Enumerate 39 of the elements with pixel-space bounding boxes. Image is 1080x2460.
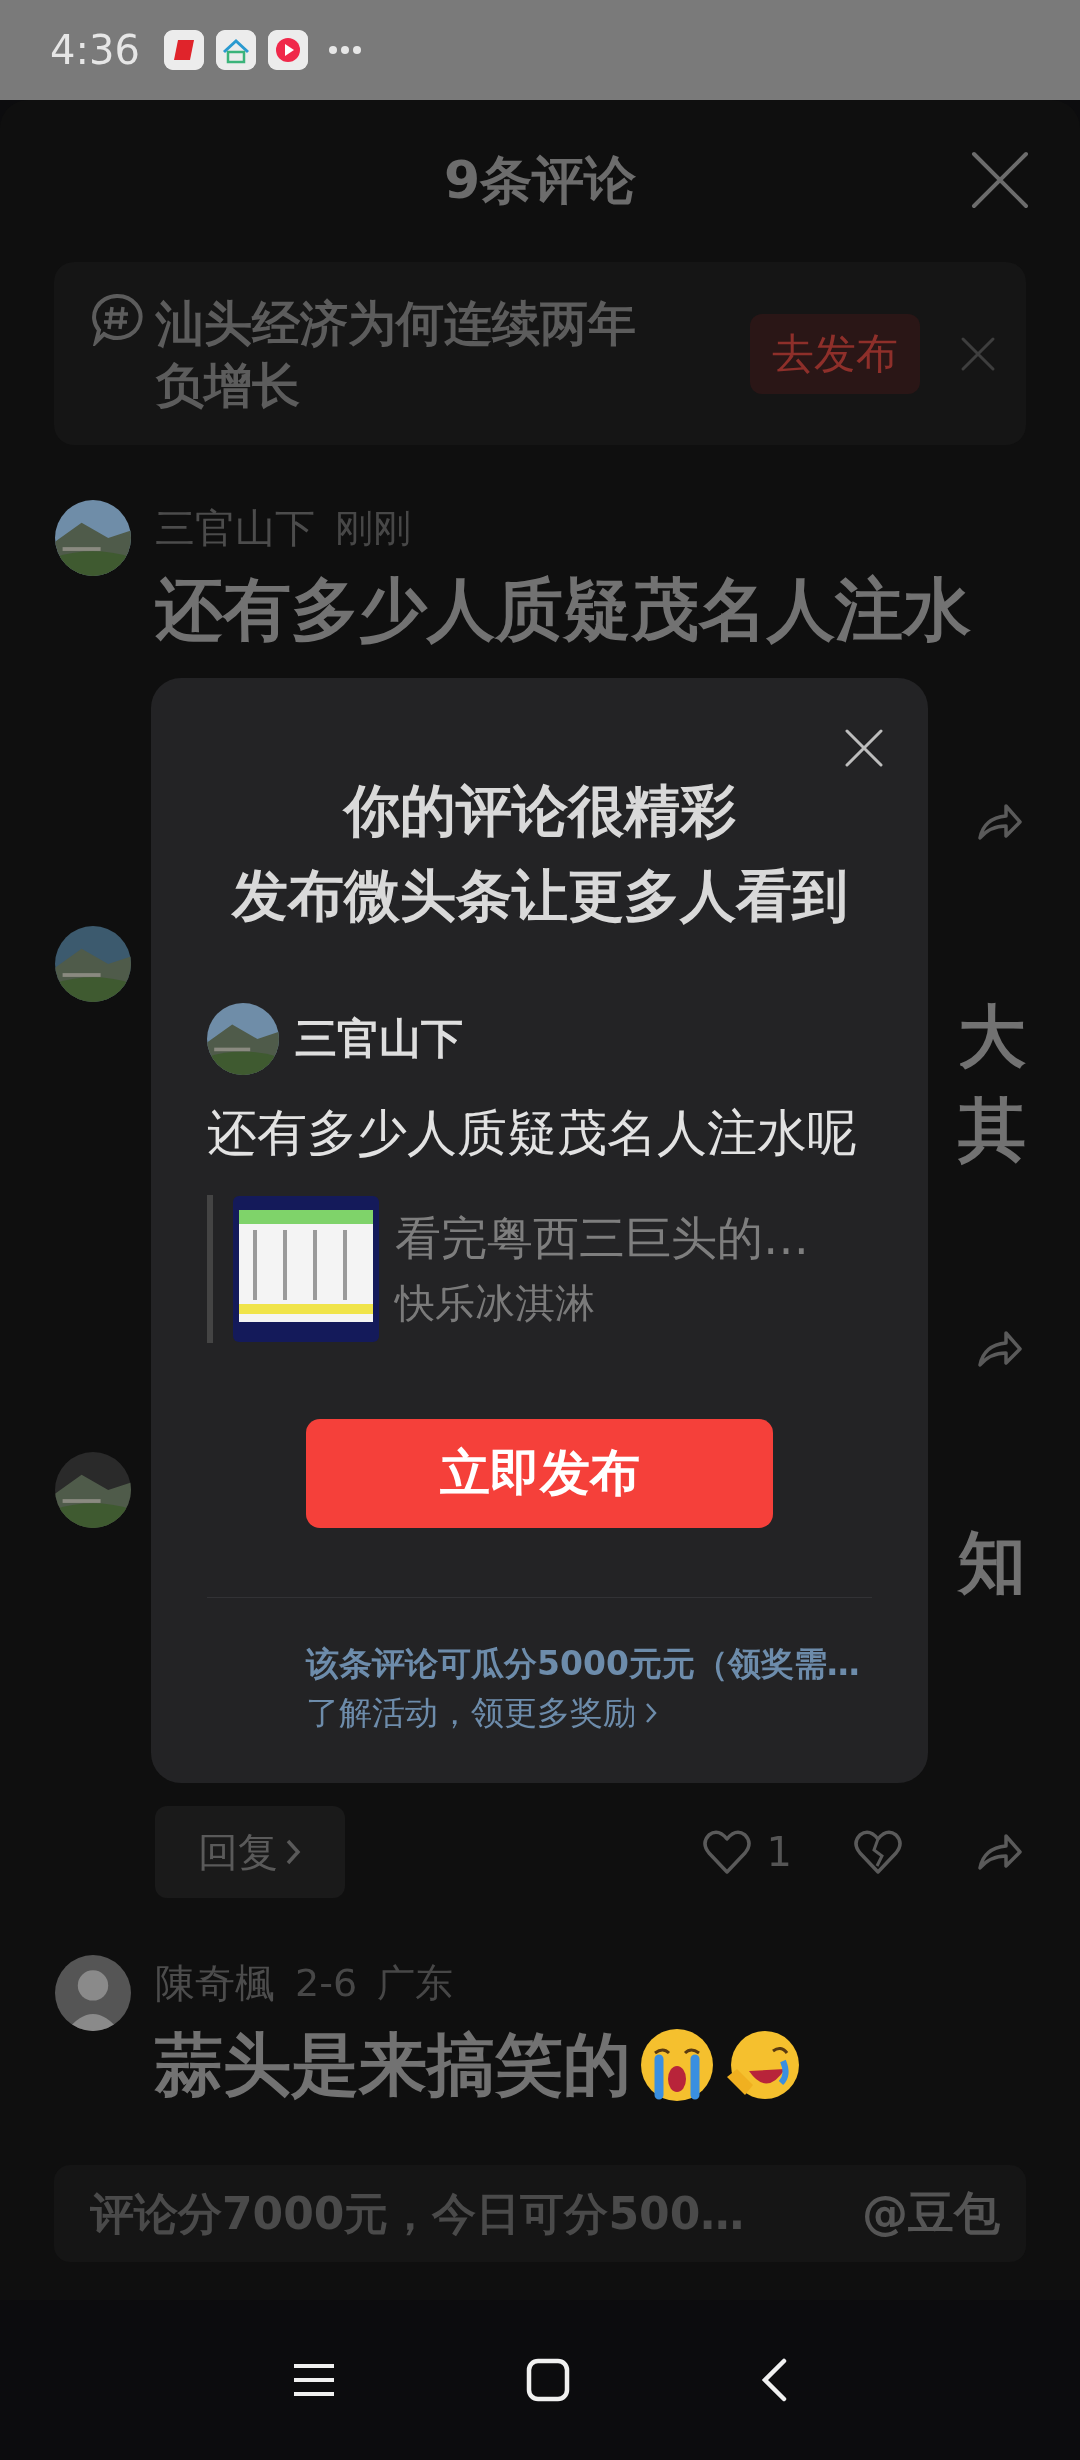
sheet-title: 9条评论 bbox=[443, 149, 637, 212]
dialog-title: 发布微头条让更多人看到 bbox=[230, 862, 849, 930]
status-time: 4:36 bbox=[50, 27, 140, 73]
publish-button[interactable]: 去发布 bbox=[750, 313, 920, 394]
comment-text: 知 bbox=[958, 1522, 1026, 1604]
app-icon bbox=[163, 30, 204, 70]
comment-text: 还有多少人质疑茂名人注水 bbox=[155, 569, 971, 651]
reply-button[interactable]: 回复 bbox=[155, 1806, 345, 1898]
app-icon bbox=[215, 30, 256, 70]
publish-now-button[interactable]: 立即发布 bbox=[306, 1419, 773, 1528]
menu-icon[interactable] bbox=[292, 2362, 336, 2398]
comment-text: 蒜头是来搞笑的 bbox=[155, 2024, 631, 2106]
more-icon bbox=[327, 45, 362, 55]
comment-meta: 广东 bbox=[377, 1959, 454, 2007]
author-name: 三官山下 bbox=[295, 1013, 463, 1065]
comment-meta: 2-6 bbox=[295, 1961, 358, 2005]
comment-meta: 刚刚 bbox=[335, 504, 411, 552]
dialog-title: 你的评论很精彩 bbox=[341, 777, 737, 845]
app-icon bbox=[267, 30, 308, 70]
comment-text: 其 bbox=[958, 1089, 1026, 1171]
close-icon[interactable] bbox=[970, 150, 1030, 210]
article-title: 看完粤西三巨头的… bbox=[395, 1209, 809, 1267]
activity-link[interactable]: 了解活动，领更多奖励 bbox=[306, 1688, 658, 1737]
quoted-article[interactable]: 看完粤西三巨头的… 快乐冰淇淋 bbox=[207, 1195, 872, 1343]
home-icon[interactable] bbox=[526, 2358, 570, 2402]
mention-button[interactable]: @豆包 bbox=[862, 2182, 1000, 2245]
topic-title: 汕头经济为何连续两年负增长 bbox=[156, 293, 637, 415]
close-icon[interactable] bbox=[844, 728, 884, 768]
chevron-icon bbox=[284, 1837, 302, 1867]
article-author: 快乐冰淇淋 bbox=[395, 1278, 596, 1328]
hashtag-icon bbox=[90, 292, 144, 346]
topic-banner[interactable]: 汕头经济为何连续两年负增长 去发布 bbox=[54, 262, 1026, 445]
comment-author[interactable]: 三官山下 bbox=[155, 500, 315, 556]
comment-text: 还有多少人质疑茂名人注水呢 bbox=[207, 1103, 858, 1163]
reward-text: 该条评论可瓜分5000元元（领奖需… bbox=[306, 1643, 861, 1685]
like-count: 1 bbox=[766, 1829, 792, 1875]
comment-author[interactable]: 陳奇楓 bbox=[155, 1955, 275, 2011]
comment-text: 大 bbox=[958, 996, 1026, 1078]
back-icon[interactable] bbox=[760, 2358, 788, 2402]
